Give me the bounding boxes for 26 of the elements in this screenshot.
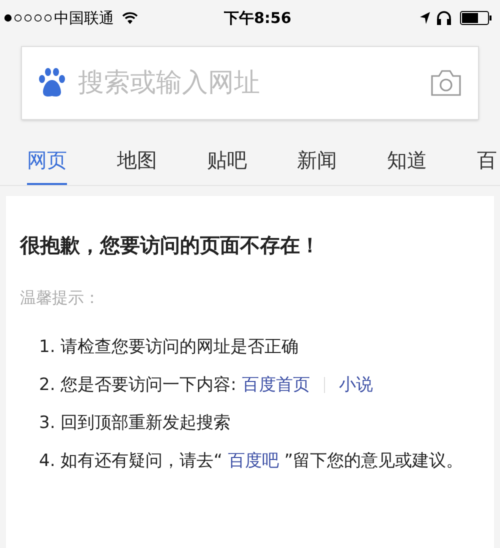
tab[interactable]: 贴吧 xyxy=(207,136,247,185)
carrier-name: 中国联通 xyxy=(54,8,114,29)
wifi-icon xyxy=(122,12,138,24)
tip-text: 3. 回到顶部重新发起搜索 xyxy=(39,412,232,435)
tab[interactable]: 地图 xyxy=(117,136,157,185)
error-title: 很抱歉，您要访问的页面不存在！ xyxy=(20,232,321,259)
tab[interactable]: 网页 xyxy=(27,136,67,185)
battery-icon xyxy=(460,11,492,25)
hint-label: 温馨提示： xyxy=(20,287,101,309)
headphones-icon xyxy=(436,11,452,25)
signal-icon xyxy=(4,14,52,22)
link[interactable]: 百度首页 xyxy=(242,375,310,395)
link[interactable]: 百度吧 xyxy=(228,451,279,471)
paw-icon xyxy=(38,68,66,98)
search-input[interactable]: 搜索或输入网址 xyxy=(78,64,430,102)
tab[interactable]: 百 xyxy=(477,136,497,185)
tip-text: 4. 如有还有疑问，请去“ 百度吧 ”留下您的意见或建议。 xyxy=(39,450,464,473)
tip-text: 1. 请检查您要访问的网址是否正确 xyxy=(39,336,300,359)
search-field[interactable]: 搜索或输入网址 xyxy=(21,46,479,120)
tip-text: 2. 您是否要访问一下内容: 百度首页 小说 xyxy=(39,374,374,397)
camera-icon[interactable] xyxy=(430,69,462,97)
link[interactable]: 小说 xyxy=(338,375,373,395)
location-arrow-icon xyxy=(420,12,430,24)
status-time: 下午8:56 xyxy=(224,8,292,29)
tab[interactable]: 知道 xyxy=(387,136,427,185)
tab[interactable]: 新闻 xyxy=(297,136,337,185)
